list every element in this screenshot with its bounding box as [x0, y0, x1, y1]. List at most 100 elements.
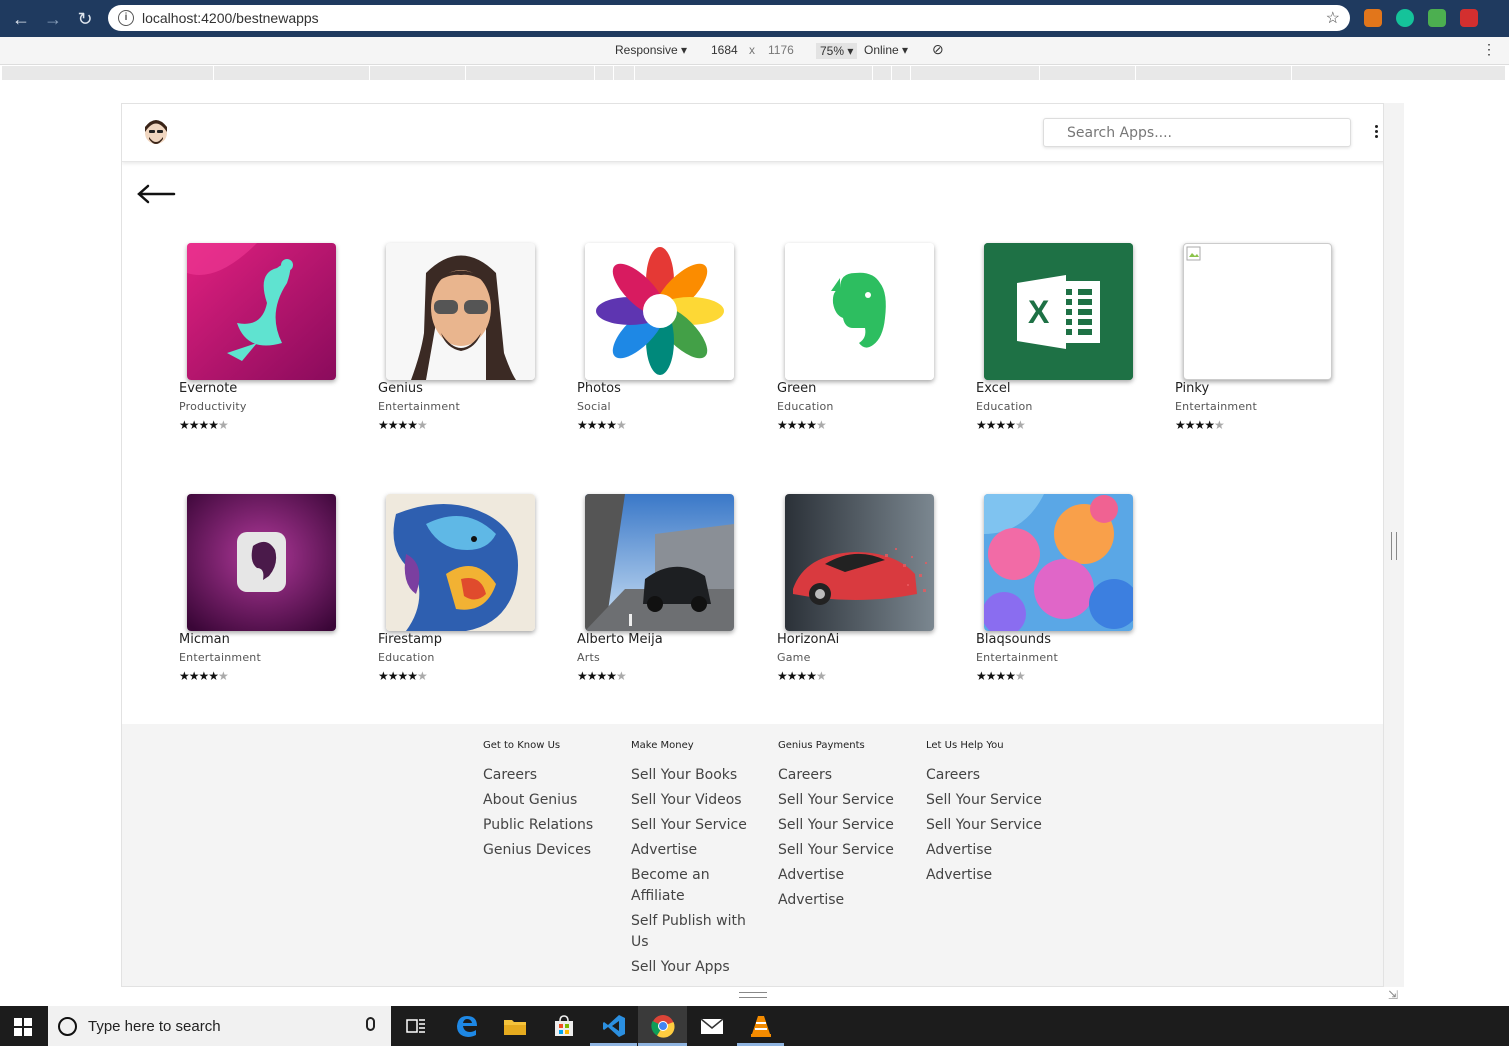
taskbar-search-text[interactable]: Type here to search [88, 1018, 221, 1035]
app-name[interactable]: Photos [577, 381, 621, 396]
logo-icon[interactable] [144, 119, 168, 147]
width-input[interactable]: 1684 [711, 43, 738, 57]
rating-stars: ★★★★★ [577, 669, 627, 683]
store-icon[interactable] [552, 1014, 576, 1038]
app-card[interactable]: Blaqsounds Entertainment ★★★★★ [976, 494, 1146, 694]
app-name[interactable]: Pinky [1175, 381, 1209, 396]
bookmark-star-icon[interactable]: ☆ [1326, 8, 1340, 28]
footer-link[interactable]: Advertise [631, 840, 753, 861]
footer-link[interactable]: Advertise [778, 890, 908, 911]
app-card[interactable]: Evernote Productivity ★★★★★ [179, 243, 349, 443]
app-thumbnail[interactable] [785, 494, 934, 631]
address-url[interactable]: localhost:4200/bestnewapps [142, 10, 319, 26]
app-name[interactable]: Blaqsounds [976, 632, 1051, 647]
zoom-select[interactable]: 75% ▾ [816, 43, 858, 59]
footer-link[interactable]: About Genius [483, 790, 613, 811]
app-card[interactable]: Micman Entertainment ★★★★★ [179, 494, 349, 694]
rotate-icon[interactable]: ⊘ [932, 41, 944, 58]
footer-link[interactable]: Advertise [778, 865, 908, 886]
app-name[interactable]: Alberto Meija [577, 632, 663, 647]
footer-link[interactable]: Careers [778, 765, 908, 786]
resize-handle-bottom[interactable] [739, 992, 767, 998]
app-thumbnail[interactable] [386, 243, 535, 380]
app-name[interactable]: Genius [378, 381, 423, 396]
app-category: Entertainment [976, 651, 1058, 664]
app-name[interactable]: Excel [976, 381, 1010, 396]
broken-image-thumbnail[interactable] [1183, 243, 1332, 380]
height-input[interactable]: 1176 [768, 43, 794, 57]
app-thumbnail[interactable] [585, 494, 734, 631]
rating-stars: ★★★★★ [777, 418, 827, 432]
app-card[interactable]: Green Education ★★★★★ [777, 243, 947, 443]
app-name[interactable]: Firestamp [378, 632, 442, 647]
info-icon[interactable]: i [118, 10, 134, 26]
app-card[interactable]: Firestamp Education ★★★★★ [378, 494, 548, 694]
more-options-icon[interactable]: ⋮ [1482, 41, 1496, 58]
footer-link[interactable]: Sell Your Service [926, 815, 1056, 836]
footer-column: Let Us Help You Careers Sell Your Servic… [926, 740, 1056, 890]
app-card[interactable]: Photos Social ★★★★★ [577, 243, 747, 443]
app-thumbnail[interactable] [785, 243, 934, 380]
app-thumbnail[interactable] [187, 243, 336, 380]
app-name[interactable]: Green [777, 381, 816, 396]
mail-icon[interactable] [700, 1014, 724, 1038]
app-thumbnail[interactable] [984, 494, 1133, 631]
footer-link[interactable]: Sell Your Videos [631, 790, 753, 811]
app-thumbnail[interactable] [585, 243, 734, 380]
chrome-icon[interactable] [651, 1014, 675, 1038]
footer-link[interactable]: Become an Affiliate [631, 865, 753, 907]
extension-icon-red[interactable] [1460, 9, 1478, 27]
address-bar[interactable]: i localhost:4200/bestnewapps ☆ [108, 5, 1350, 31]
app-thumbnail[interactable] [386, 494, 535, 631]
microphone-icon[interactable] [366, 1017, 375, 1031]
app-name[interactable]: HorizonAi [777, 632, 839, 647]
app-name[interactable]: Micman [179, 632, 230, 647]
menu-kebab-icon[interactable] [1373, 125, 1379, 141]
footer-link[interactable]: Careers [926, 765, 1056, 786]
footer-link[interactable]: Advertise [926, 840, 1056, 861]
app-card[interactable]: HorizonAi Game ★★★★★ [777, 494, 947, 694]
resize-handle-right[interactable] [1391, 532, 1397, 560]
windows-start-icon[interactable] [14, 1018, 32, 1036]
app-name[interactable]: Evernote [179, 381, 237, 396]
rating-stars: ★★★★★ [378, 669, 428, 683]
back-arrow-icon[interactable]: ← [9, 7, 33, 31]
footer-link[interactable]: Sell Your Service [778, 840, 908, 861]
footer-link[interactable]: Sell Your Service [778, 790, 908, 811]
network-select[interactable]: Online ▾ [864, 43, 908, 57]
device-mode-select[interactable]: Responsive ▾ [615, 43, 687, 57]
app-thumbnail[interactable]: X [984, 243, 1133, 380]
app-card[interactable]: Genius Entertainment ★★★★★ [378, 243, 548, 443]
app-card[interactable]: Pinky Entertainment ★★★★★ [1175, 243, 1345, 443]
forward-arrow-icon[interactable]: → [41, 7, 65, 31]
back-arrow-icon[interactable] [136, 182, 176, 206]
viewport: Evernote Productivity ★★★★★ Ge [0, 81, 1509, 1005]
reload-icon[interactable]: ↻ [73, 7, 97, 31]
vlc-icon[interactable] [749, 1014, 773, 1038]
footer-link[interactable]: Sell Your Service [778, 815, 908, 836]
edge-icon[interactable] [455, 1014, 479, 1038]
footer-link[interactable]: Genius Devices [483, 840, 613, 861]
footer-link[interactable]: Careers [483, 765, 613, 786]
footer-link[interactable]: Public Relations [483, 815, 613, 836]
footer-link[interactable]: Advertise [926, 865, 1056, 886]
footer-link[interactable]: Self Publish with Us [631, 911, 753, 953]
app-card[interactable]: Alberto Meija Arts ★★★★★ [577, 494, 747, 694]
task-view-icon[interactable] [404, 1014, 428, 1038]
extension-icon[interactable] [1428, 9, 1446, 27]
footer-link[interactable]: Sell Your Apps [631, 957, 753, 978]
app-thumbnail[interactable] [187, 494, 336, 631]
taskbar-search[interactable]: Type here to search [48, 1006, 391, 1046]
resize-handle-corner[interactable]: ⇲ [1388, 988, 1398, 1002]
footer-link[interactable]: Sell Your Service [926, 790, 1056, 811]
app-page: Evernote Productivity ★★★★★ Ge [121, 103, 1384, 987]
app-category: Entertainment [1175, 400, 1257, 413]
vscode-icon[interactable] [602, 1014, 626, 1038]
app-card[interactable]: X Excel Education ★★★★★ [976, 243, 1146, 443]
grammarly-extension-icon[interactable] [1396, 9, 1414, 27]
metamask-extension-icon[interactable] [1364, 9, 1382, 27]
search-input[interactable] [1043, 118, 1351, 147]
footer-link[interactable]: Sell Your Service [631, 815, 753, 836]
footer-link[interactable]: Sell Your Books [631, 765, 753, 786]
file-explorer-icon[interactable] [503, 1014, 527, 1038]
